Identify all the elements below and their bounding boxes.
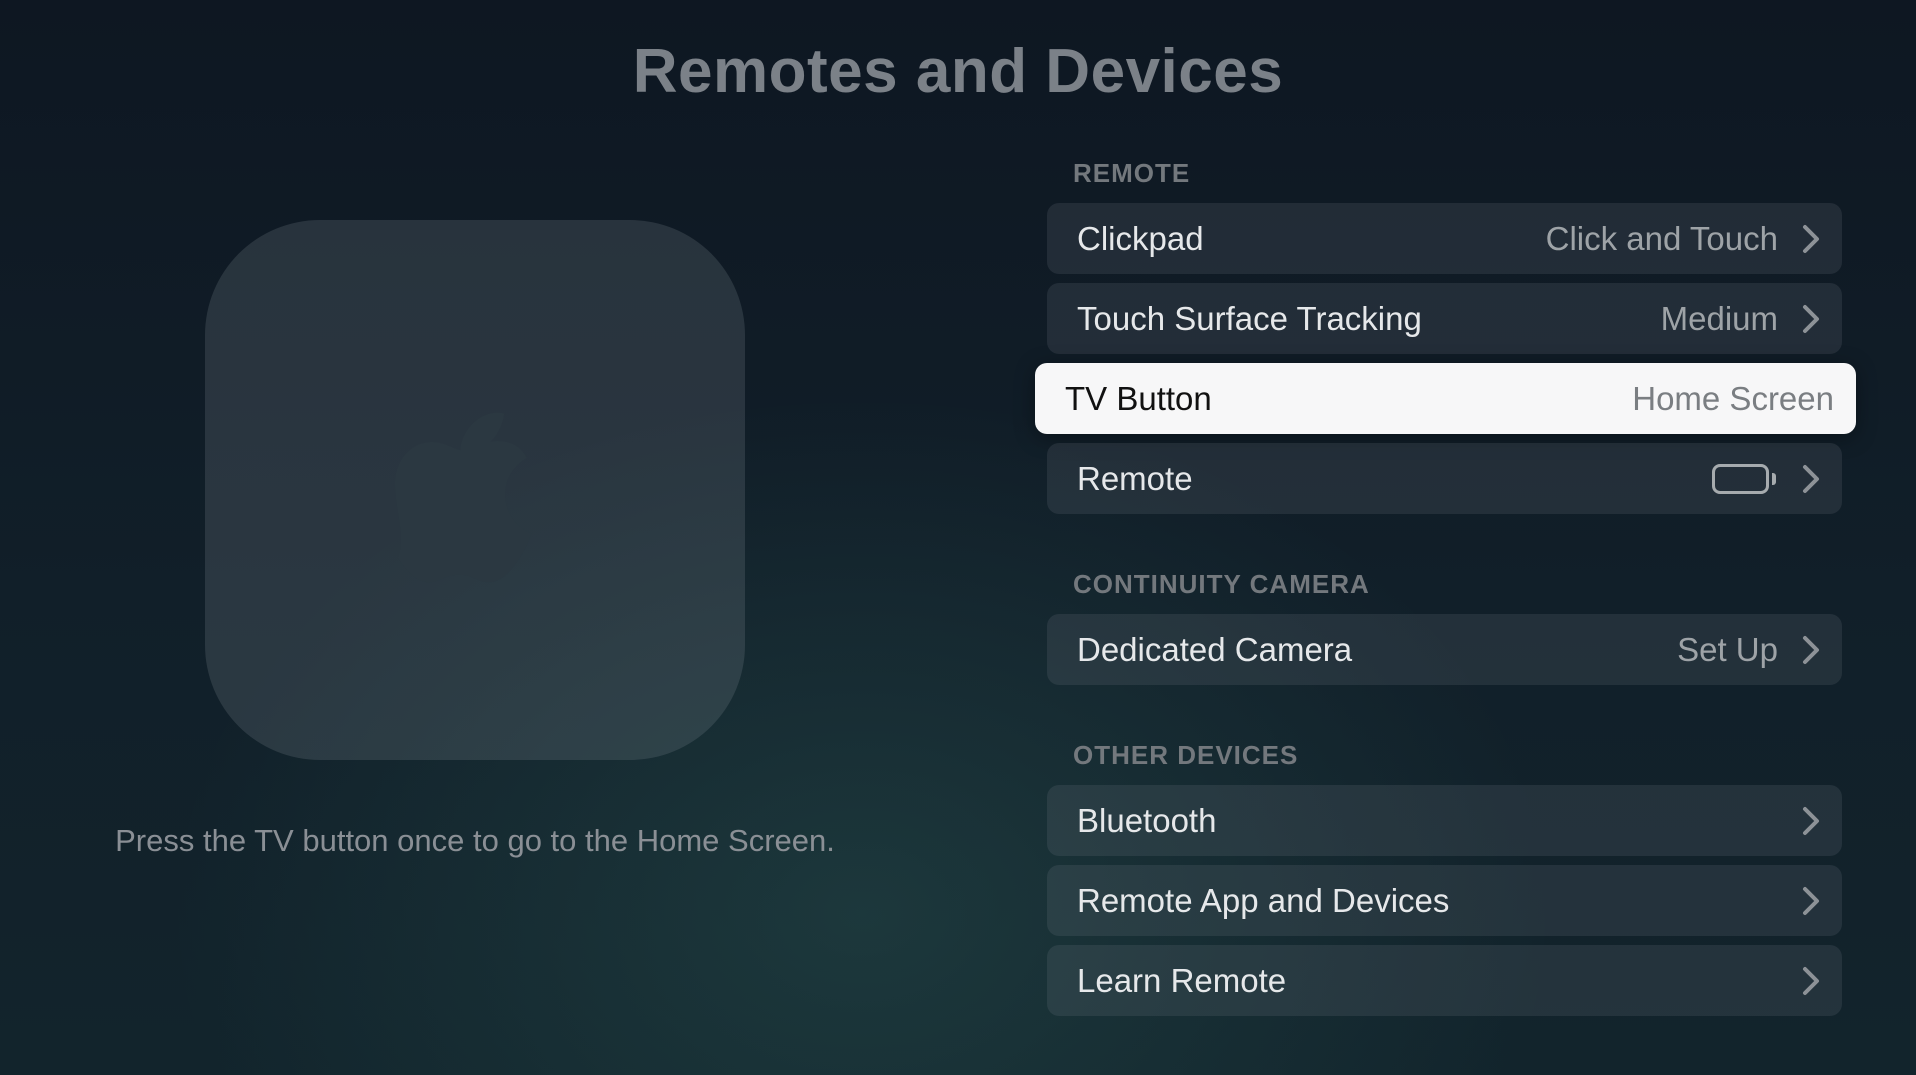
section-header: REMOTE [1047, 158, 1842, 189]
section-other-devices: OTHER DEVICES Bluetooth Remote App and Dev… [1047, 740, 1842, 1025]
row-clickpad[interactable]: Clickpad Click and Touch [1047, 203, 1842, 274]
row-label: Bluetooth [1077, 802, 1778, 840]
settings-list: REMOTE Clickpad Click and Touch Touch Surfa… [1047, 158, 1842, 1025]
row-label: Remote App and Devices [1077, 882, 1778, 920]
chevron-right-icon [1802, 635, 1820, 665]
row-label: Touch Surface Tracking [1077, 300, 1647, 338]
section-continuity-camera: CONTINUITY CAMERA Dedicated Camera Set Up [1047, 569, 1842, 694]
preview-pane: Press the TV button once to go to the Ho… [115, 220, 835, 859]
row-label: Dedicated Camera [1077, 631, 1663, 669]
row-label: Clickpad [1077, 220, 1532, 258]
row-label: Learn Remote [1077, 962, 1778, 1000]
section-header: CONTINUITY CAMERA [1047, 569, 1842, 600]
row-label: TV Button [1065, 380, 1618, 418]
row-value: Click and Touch [1546, 220, 1778, 258]
row-learn-remote[interactable]: Learn Remote [1047, 945, 1842, 1016]
section-remote: REMOTE Clickpad Click and Touch Touch Surfa… [1047, 158, 1842, 523]
section-header: OTHER DEVICES [1047, 740, 1842, 771]
row-value: Home Screen [1632, 380, 1834, 418]
chevron-right-icon [1802, 224, 1820, 254]
battery-icon [1712, 462, 1778, 496]
row-tv-button[interactable]: TV Button Home Screen [1035, 363, 1856, 434]
row-touch-surface-tracking[interactable]: Touch Surface Tracking Medium [1047, 283, 1842, 354]
chevron-right-icon [1802, 806, 1820, 836]
page-title: Remotes and Devices [0, 36, 1916, 107]
chevron-right-icon [1802, 966, 1820, 996]
row-value: Medium [1661, 300, 1778, 338]
settings-screen: Remotes and Devices Press the TV button … [0, 0, 1916, 1075]
row-label: Remote [1077, 460, 1698, 498]
chevron-right-icon [1802, 886, 1820, 916]
chevron-right-icon [1802, 304, 1820, 334]
row-remote[interactable]: Remote [1047, 443, 1842, 514]
row-bluetooth[interactable]: Bluetooth [1047, 785, 1842, 856]
row-remote-app-and-devices[interactable]: Remote App and Devices [1047, 865, 1842, 936]
preview-tile [205, 220, 745, 760]
preview-caption: Press the TV button once to go to the Ho… [115, 823, 835, 859]
row-dedicated-camera[interactable]: Dedicated Camera Set Up [1047, 614, 1842, 685]
chevron-right-icon [1802, 464, 1820, 494]
apple-logo-icon [395, 395, 555, 585]
row-value: Set Up [1677, 631, 1778, 669]
